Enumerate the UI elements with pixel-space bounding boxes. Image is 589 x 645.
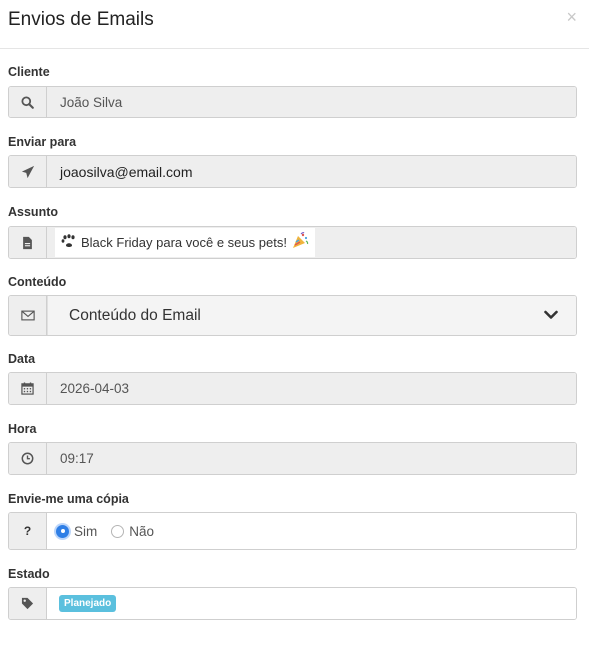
hora-input-group: 09:17 (8, 442, 577, 475)
tag-icon (9, 588, 47, 619)
radio-sim-label: Sim (74, 523, 98, 539)
estado-field: Planejado (47, 588, 576, 619)
data-label: Data (8, 352, 36, 366)
conteudo-selected-value: Conteúdo do Email (69, 306, 201, 324)
subject-text: Black Friday para você e seus pets! (81, 235, 287, 250)
email-input[interactable]: joaosilva@email.com (47, 156, 576, 187)
paw-print-icon (61, 234, 77, 251)
conteudo-label: Conteúdo (8, 275, 67, 289)
chevron-down-icon (544, 307, 558, 325)
assunto-input[interactable]: Black Friday para você e seus pets! (47, 227, 576, 258)
conteudo-input-group: Conteúdo do Email (8, 295, 577, 336)
modal-title: Envios de Emails (8, 9, 154, 30)
calendar-icon (9, 373, 47, 404)
conteudo-select[interactable]: Conteúdo do Email (47, 296, 576, 335)
data-input[interactable]: 2026-04-03 (47, 373, 576, 404)
hora-input[interactable]: 09:17 (47, 443, 576, 474)
radio-nao[interactable] (111, 524, 125, 538)
estado-input-group: Planejado (8, 587, 577, 620)
search-icon (9, 87, 47, 117)
email-value: joaosilva@email.com (60, 163, 193, 180)
enviar-para-label: Enviar para (8, 135, 77, 149)
data-input-group: 2026-04-03 (8, 372, 577, 405)
copia-label: Envie-me uma cópia (8, 492, 129, 506)
radio-sim[interactable] (56, 524, 69, 538)
question-mark: ? (23, 524, 32, 538)
cliente-label: Cliente (8, 65, 50, 79)
cliente-input-group: João Silva (8, 86, 577, 118)
assunto-label: Assunto (8, 205, 58, 219)
paper-plane-icon (9, 156, 47, 187)
cliente-input[interactable]: João Silva (47, 87, 576, 117)
copia-input-group: ? Sim Não (8, 512, 577, 550)
copia-radio-group: Sim Não (47, 513, 576, 549)
radio-option-nao[interactable]: Não (111, 524, 154, 539)
close-button[interactable]: × (566, 7, 577, 27)
radio-nao-label: Não (129, 523, 155, 539)
modal-header: Envios de Emails × (0, 0, 589, 49)
assunto-input-group: Black Friday para você e seus pets! (8, 226, 577, 259)
hora-label: Hora (8, 422, 37, 436)
subject-chip: Black Friday para você e seus pets! (55, 228, 315, 257)
clock-icon (9, 443, 47, 474)
party-popper-icon (291, 232, 309, 253)
question-icon: ? (9, 513, 47, 549)
estado-label: Estado (8, 567, 50, 581)
radio-option-sim[interactable]: Sim (56, 524, 97, 539)
enviar-para-input-group: joaosilva@email.com (8, 155, 577, 188)
status-badge: Planejado (59, 595, 117, 612)
document-icon (9, 227, 47, 258)
envelope-icon (9, 296, 47, 335)
